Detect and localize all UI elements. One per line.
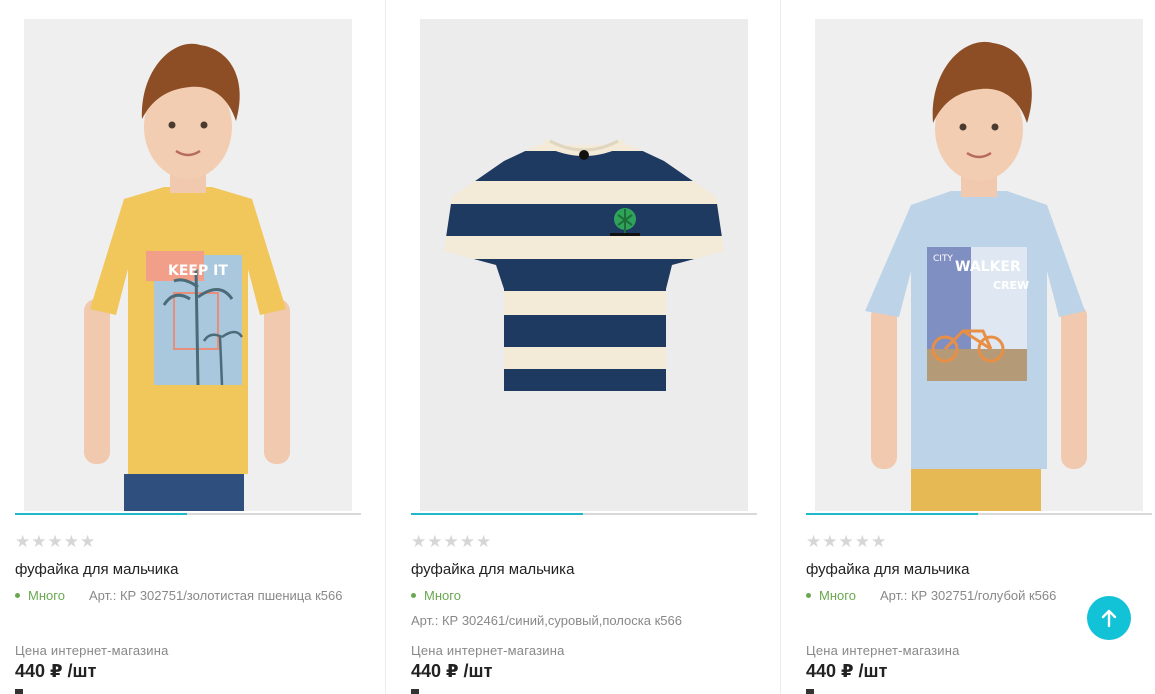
stock-dot-icon <box>806 593 811 599</box>
scroll-to-top-button[interactable] <box>1087 596 1131 640</box>
product-card: KEEP IT ★★★★★ фуфайка для мальчика Много… <box>0 0 395 694</box>
product-image[interactable] <box>420 19 748 511</box>
price-label: Цена интернет-магазина <box>411 643 565 658</box>
stock-dot-icon <box>15 593 20 599</box>
city-print-text: CITY <box>933 254 953 264</box>
stock-status: Много <box>806 588 856 603</box>
rating-stars[interactable]: ★★★★★ <box>806 532 887 552</box>
stock-status: Много <box>15 588 65 603</box>
striped-tshirt-photo <box>420 19 748 511</box>
crew-print-text: CREW <box>993 279 1029 292</box>
image-slider-indicator[interactable] <box>806 513 978 515</box>
price: 440 ₽ /шт <box>806 661 888 681</box>
product-card: ★★★★★ фуфайка для мальчика Много Арт.: К… <box>385 0 780 694</box>
price: 440 ₽ /шт <box>411 661 493 681</box>
stock-dot-icon <box>411 593 416 599</box>
article-number: Арт.: КР 302461/синий,суровый,полоска к5… <box>411 613 682 628</box>
rating-stars[interactable]: ★★★★★ <box>15 532 96 552</box>
product-title[interactable]: фуфайка для мальчика <box>15 561 178 578</box>
image-slider-indicator[interactable] <box>411 513 583 515</box>
article-number: Арт.: КР 302751/золотистая пшеница к566 <box>89 588 343 603</box>
rating-stars[interactable]: ★★★★★ <box>411 532 492 552</box>
price-label: Цена интернет-магазина <box>806 643 960 658</box>
arrow-up-icon <box>1101 609 1117 628</box>
product-title[interactable]: фуфайка для мальчика <box>806 561 969 578</box>
boy-blue-tshirt-photo: CITY WALKER CREW <box>815 19 1143 511</box>
cropped-text-fragment <box>15 689 23 694</box>
boy-yellow-tshirt-photo: KEEP IT <box>24 19 352 511</box>
product-card: CITY WALKER CREW ★★★★★ фуфайка для мальч… <box>780 0 1155 694</box>
stock-status: Много <box>411 588 461 603</box>
cropped-text-fragment <box>411 689 419 694</box>
keep-print-text: KEEP IT <box>168 263 228 279</box>
product-title[interactable]: фуфайка для мальчика <box>411 561 574 578</box>
stock-label: Много <box>424 588 461 603</box>
stock-label: Много <box>28 588 65 603</box>
image-slider-indicator[interactable] <box>15 513 187 515</box>
cropped-text-fragment <box>806 689 814 694</box>
price: 440 ₽ /шт <box>15 661 97 681</box>
product-grid: KEEP IT ★★★★★ фуфайка для мальчика Много… <box>0 0 1155 694</box>
product-image[interactable]: CITY WALKER CREW <box>815 19 1143 511</box>
price-label: Цена интернет-магазина <box>15 643 169 658</box>
article-number: Арт.: КР 302751/голубой к566 <box>880 588 1057 603</box>
stock-label: Много <box>819 588 856 603</box>
walker-print-text: WALKER <box>955 259 1021 275</box>
product-image[interactable]: KEEP IT <box>24 19 352 511</box>
